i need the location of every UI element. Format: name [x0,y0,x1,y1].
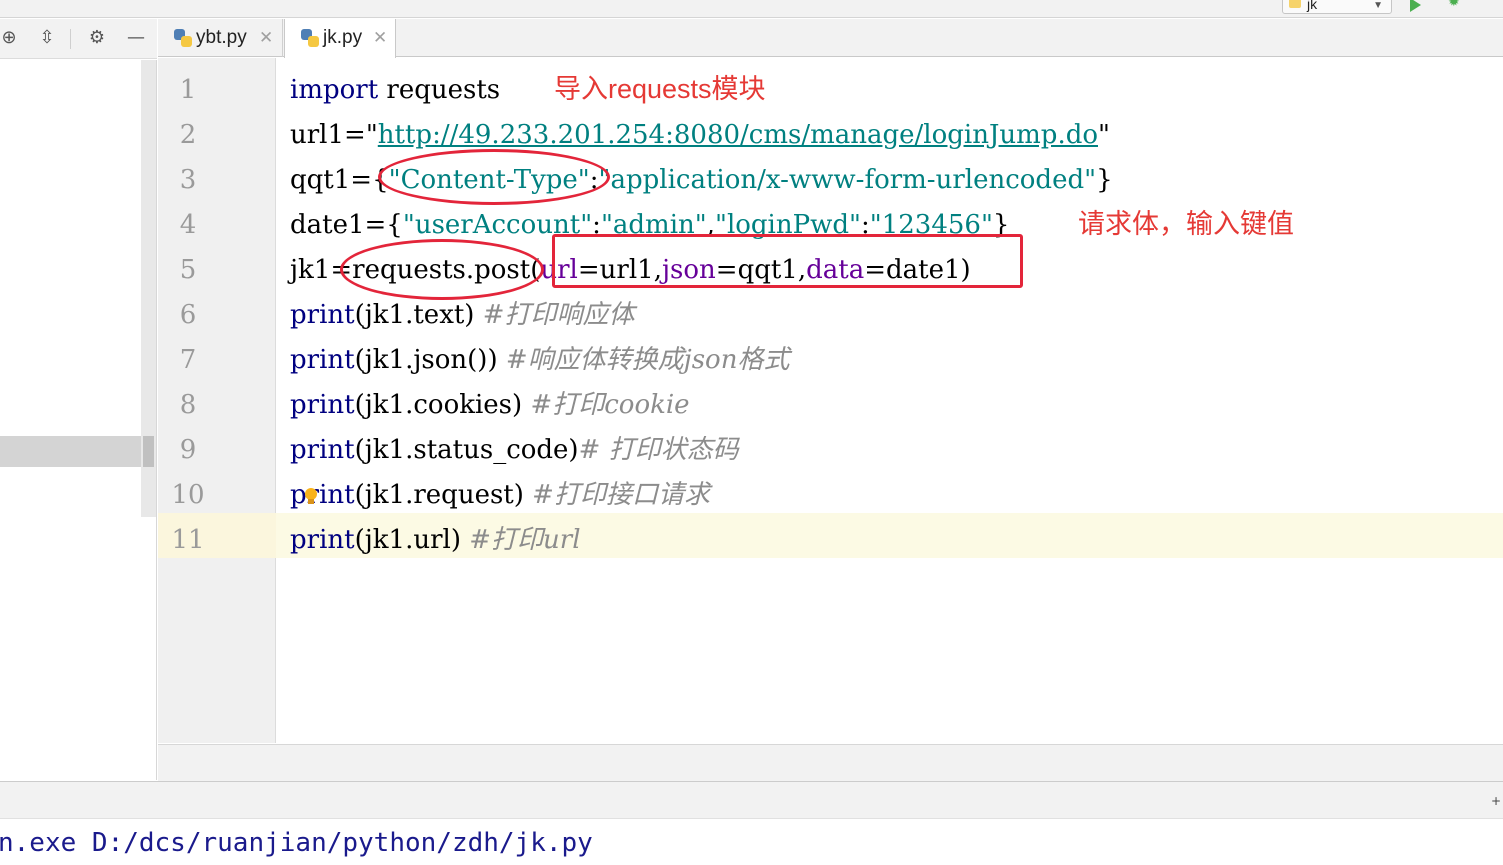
builtin-function: print [290,525,355,555]
comment: #打印接口请求 [532,480,710,510]
chevron-down-icon: ▼ [1373,0,1383,11]
code-line-1: import requests [290,68,500,113]
code-line-2: url1="http://49.233.201.254:8080/cms/man… [290,113,1110,158]
code-text: requests [378,75,501,105]
comment: # 打印状态码 [578,435,739,465]
line-number: 1 [179,75,197,105]
annotation-ellipse [340,239,544,300]
run-configuration-select[interactable]: jk ▼ [1282,0,1392,14]
comment: #打印cookie [530,390,690,420]
hide-icon[interactable]: — [125,27,147,49]
tab-ybt-py[interactable]: ybt.py ✕ [158,19,283,57]
main-toolbar: jk ▼ ✹ [0,0,1503,18]
code-text: (jk1.url) [354,525,461,555]
code-text: date1={ [290,210,403,240]
code-text: } [1096,165,1113,195]
code-line-8: print(jk1.cookies) #打印cookie [290,383,690,428]
builtin-function: print [290,345,355,375]
run-tool-window-header: + [0,781,1503,819]
python-file-icon [174,29,192,47]
run-config-label: jk [1307,0,1318,12]
tab-label: jk.py [323,27,363,48]
code-text: url1=" [290,120,378,150]
line-number: 2 [179,120,197,150]
code-editor[interactable]: 1 2 3 4 5 6 7 8 9 10 11 import requests … [158,58,1503,743]
line-number: 8 [179,390,197,420]
builtin-function: print [290,390,355,420]
code-line-11: print(jk1.url) #打印url [290,518,581,563]
toolbar-divider [70,29,71,49]
collapse-icon[interactable]: ⇳ [36,27,58,49]
resize-handle-icon[interactable]: + [1491,794,1501,808]
builtin-function: print [290,300,355,330]
close-icon[interactable]: ✕ [373,19,387,57]
run-console: n.exe D:/dcs/ruanjian/python/zdh/jk.py [0,820,1503,865]
run-icon[interactable] [1410,0,1421,12]
code-line-10: print(jk1.request) #打印接口请求 [290,473,710,518]
code-text: (jk1.request) [354,480,524,510]
close-icon[interactable]: ✕ [259,19,273,57]
line-number: 10 [171,480,205,510]
code-text: (jk1.text) [354,300,475,330]
string-literal: "application/x-www-form-urlencoded" [598,165,1097,195]
line-number: 7 [179,345,197,375]
locate-icon[interactable]: ⊕ [0,27,20,49]
debug-icon[interactable]: ✹ [1448,0,1464,9]
comment: #响应体转换成json格式 [505,345,790,375]
code-text: " [1098,120,1110,150]
code-line-7: print(jk1.json()) #响应体转换成json格式 [290,338,789,383]
project-panel [0,60,157,780]
code-text: (jk1.json()) [354,345,498,375]
annotation-note: 请求体，输入键值 [1078,209,1294,239]
gear-icon[interactable]: ⚙ [86,27,108,49]
code-text: (jk1.cookies) [354,390,523,420]
url-link[interactable]: http://49.233.201.254:8080/cms/manage/lo… [378,120,1098,150]
line-number: 3 [179,165,197,195]
run-config-icon [1289,0,1301,8]
comment: #打印url [469,525,581,555]
annotation-note: 导入requests模块 [554,74,766,104]
code-line-6: print(jk1.text) #打印响应体 [290,293,635,338]
comment: #打印响应体 [482,300,635,330]
line-number: 9 [179,435,197,465]
annotation-rectangle [552,234,1023,288]
keyword: import [290,75,379,105]
annotation-ellipse [378,149,610,205]
line-number: 4 [179,210,197,240]
code-text: (jk1.status_code) [354,435,579,465]
project-panel-toolbar: ⊕ ⇳ ⚙ — [0,19,157,59]
line-number: 5 [179,255,197,285]
line-number: 6 [179,300,197,330]
project-scrollbar-thumb[interactable] [143,436,154,467]
builtin-function: print [290,435,355,465]
lightbulb-icon[interactable] [304,488,318,506]
tab-label: ybt.py [196,27,247,48]
python-file-icon [301,29,319,47]
code-line-9: print(jk1.status_code)# 打印状态码 [290,428,739,473]
editor-tabs: ybt.py ✕ jk.py ✕ [158,19,1503,58]
code-text: qqt1={ [290,165,389,195]
selected-tree-row[interactable] [0,436,141,467]
console-output-line: n.exe D:/dcs/ruanjian/python/zdh/jk.py [0,828,593,858]
editor-breadcrumb-bar [158,744,1503,781]
builtin-function: print [290,480,355,510]
tab-jk-py[interactable]: jk.py ✕ [284,19,396,58]
line-number: 11 [171,525,205,555]
